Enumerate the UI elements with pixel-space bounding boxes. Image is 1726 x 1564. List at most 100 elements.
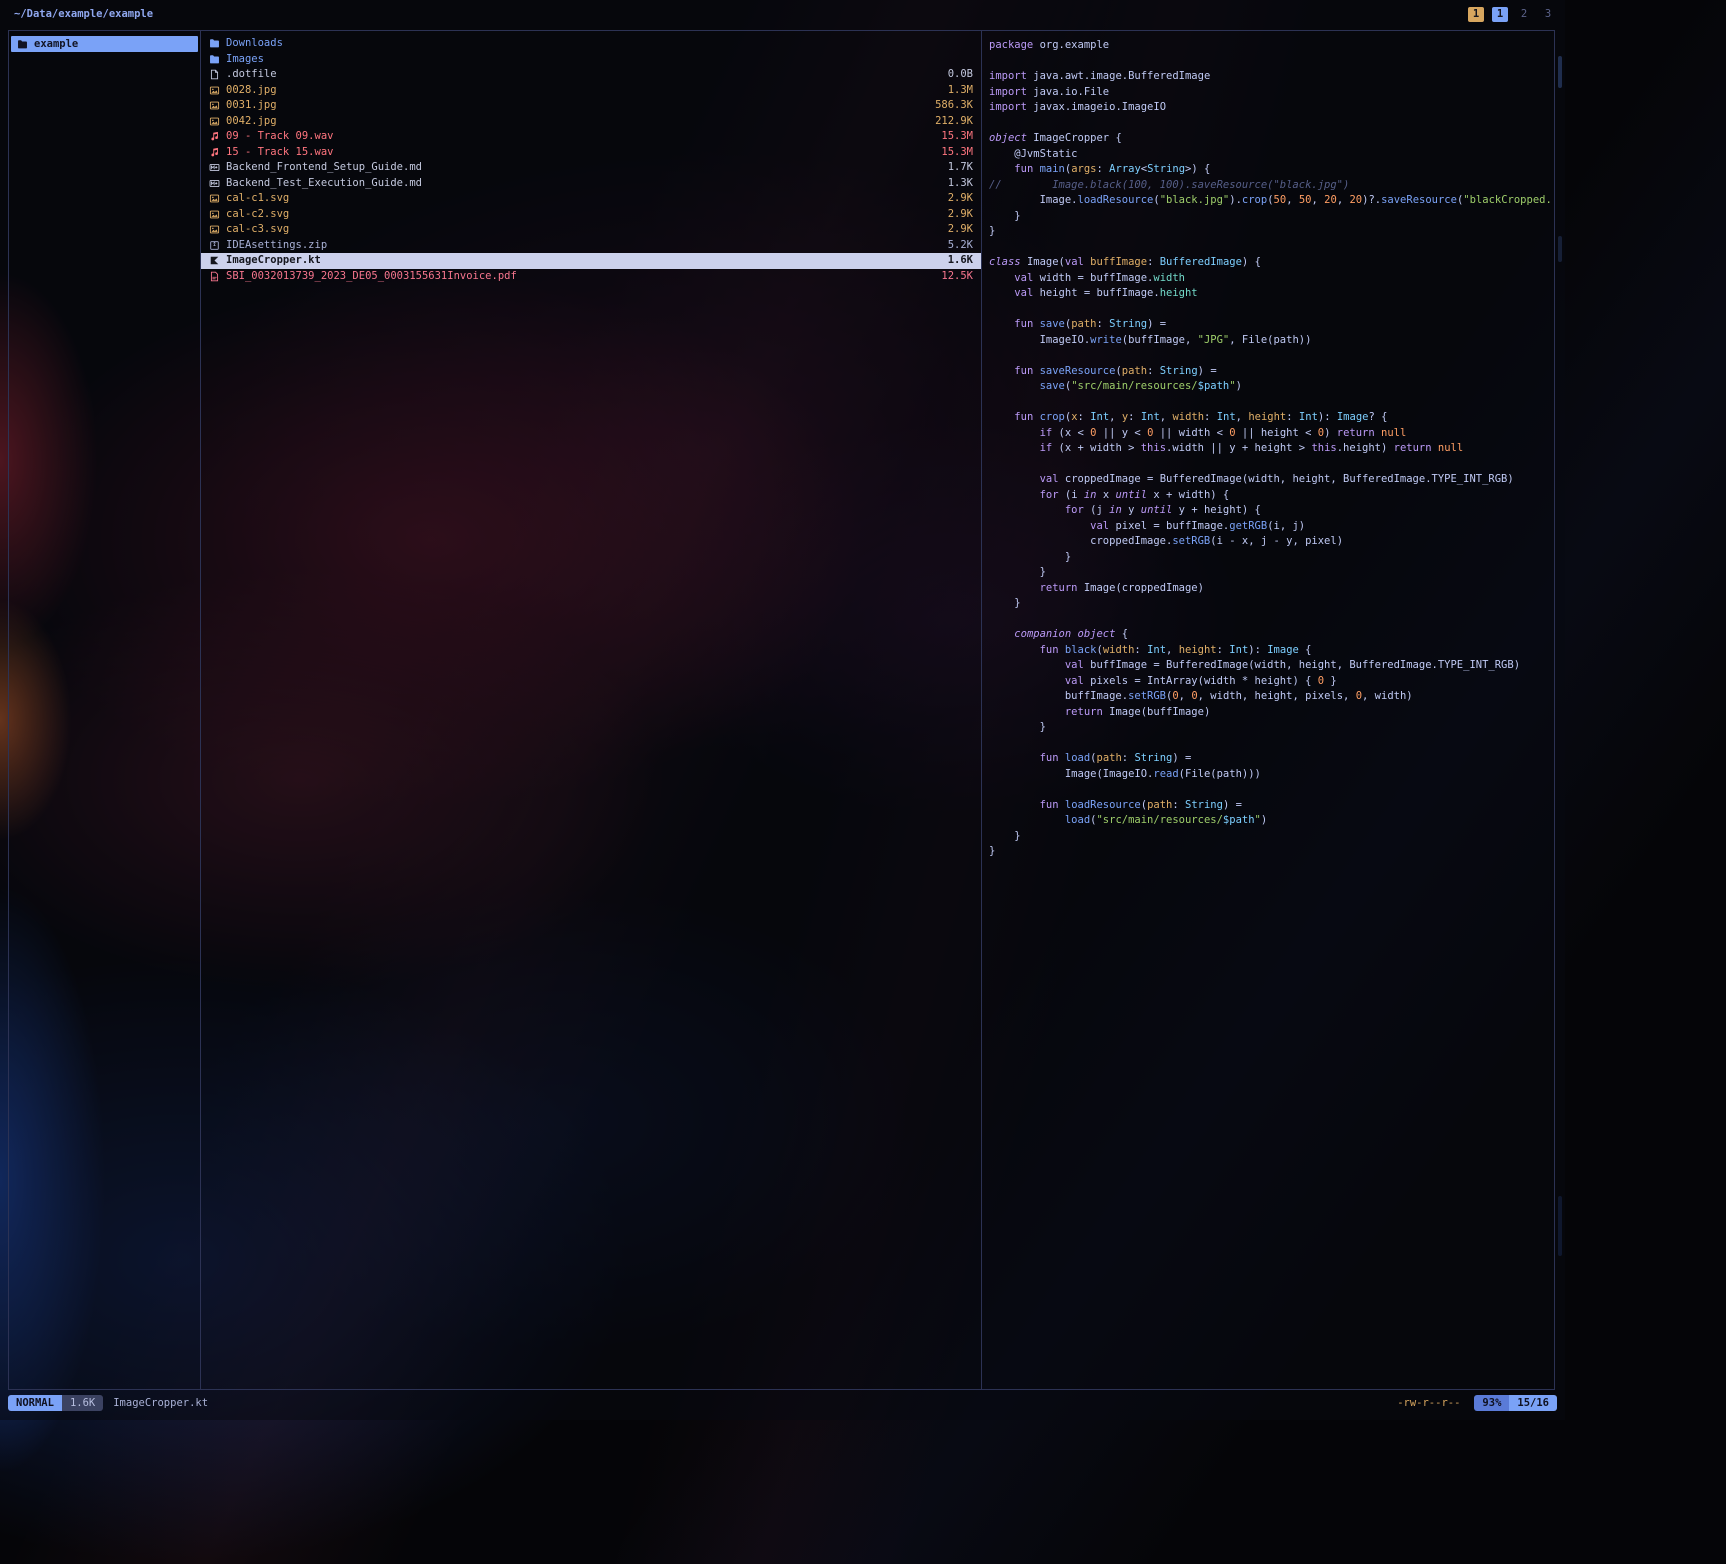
image-icon bbox=[209, 224, 221, 236]
code-line: fun loadResource(path: String) = bbox=[989, 798, 1554, 814]
file-row[interactable]: cal-c1.svg 2.9K bbox=[201, 191, 981, 207]
file-row[interactable]: 0042.jpg212.9K bbox=[201, 114, 981, 130]
code-line: fun main(args: Array<String>) { bbox=[989, 162, 1554, 178]
code-line: } bbox=[989, 550, 1554, 566]
code-line: Image(ImageIO.read(File(path))) bbox=[989, 767, 1554, 783]
breadcrumb-path: ~/Data/example/example bbox=[14, 8, 153, 20]
file-permissions: -rw-r--r-- bbox=[1397, 1397, 1460, 1409]
code-line: fun saveResource(path: String) = bbox=[989, 364, 1554, 380]
code-line: if (x < 0 || y < 0 || width < 0 || heigh… bbox=[989, 426, 1554, 442]
status-filename: ImageCropper.kt bbox=[113, 1397, 208, 1409]
scroll-percent-badge: 93% bbox=[1474, 1395, 1509, 1411]
code-line: import javax.imageio.ImageIO bbox=[989, 100, 1554, 116]
code-line: val pixel = buffImage.getRGB(i, j) bbox=[989, 519, 1554, 535]
code-preview: package org.example import java.awt.imag… bbox=[989, 38, 1554, 860]
code-line bbox=[989, 54, 1554, 70]
code-line: @JvmStatic bbox=[989, 147, 1554, 163]
file-row[interactable]: Images bbox=[201, 52, 981, 68]
file-row[interactable]: Downloads bbox=[201, 36, 981, 52]
markdown-icon bbox=[209, 162, 221, 174]
file-name: .dotfile bbox=[226, 67, 277, 83]
file-size-badge: 1.6K bbox=[62, 1395, 103, 1411]
code-line: // Image.black(100, 100).saveResource("b… bbox=[989, 178, 1554, 194]
file-row[interactable]: cal-c2.svg 2.9K bbox=[201, 207, 981, 223]
tab-3[interactable]: 3 bbox=[1540, 7, 1556, 22]
code-line: companion object { bbox=[989, 627, 1554, 643]
code-line: return Image(buffImage) bbox=[989, 705, 1554, 721]
markdown-icon bbox=[209, 177, 221, 189]
pdf-icon bbox=[209, 270, 221, 282]
code-line: } bbox=[989, 209, 1554, 225]
code-line bbox=[989, 395, 1554, 411]
code-line bbox=[989, 116, 1554, 132]
file-row[interactable]: 15 - Track 15.wav15.3M bbox=[201, 145, 981, 161]
file-row[interactable]: 0028.jpg1.3M bbox=[201, 83, 981, 99]
file-row[interactable]: 09 - Track 09.wav15.3M bbox=[201, 129, 981, 145]
file-size: 586.3K bbox=[935, 98, 973, 114]
file-size: 1.7K bbox=[948, 160, 973, 176]
code-line: } bbox=[989, 829, 1554, 845]
code-line: buffImage.setRGB(0, 0, width, height, pi… bbox=[989, 689, 1554, 705]
image-icon bbox=[209, 84, 221, 96]
code-line: } bbox=[989, 565, 1554, 581]
parent-dir-item[interactable]: example bbox=[11, 36, 198, 52]
file-row[interactable]: ImageCropper.kt1.6K bbox=[201, 253, 981, 269]
code-line bbox=[989, 736, 1554, 752]
kotlin-icon bbox=[209, 255, 221, 267]
tab-bar: 1123 bbox=[1468, 7, 1556, 22]
file-name: 0031.jpg bbox=[226, 98, 277, 114]
tab-2[interactable]: 2 bbox=[1516, 7, 1532, 22]
file-name: Backend_Frontend_Setup_Guide.md bbox=[226, 160, 422, 176]
code-line: Image.loadResource("black.jpg").crop(50,… bbox=[989, 193, 1554, 209]
file-size: 12.5K bbox=[941, 269, 973, 285]
code-line: val pixels = IntArray(width * height) { … bbox=[989, 674, 1554, 690]
file-row[interactable]: Backend_Frontend_Setup_Guide.md 1.7K bbox=[201, 160, 981, 176]
code-line bbox=[989, 348, 1554, 364]
code-line bbox=[989, 457, 1554, 473]
cursor-position-badge: 15/16 bbox=[1509, 1395, 1557, 1411]
panes: example DownloadsImages.dotfile0.0B0028.… bbox=[8, 30, 1555, 1390]
code-line: val height = buffImage.height bbox=[989, 286, 1554, 302]
file-name: Downloads bbox=[226, 36, 283, 52]
parent-dir-label: example bbox=[34, 36, 78, 52]
file-row[interactable]: .dotfile0.0B bbox=[201, 67, 981, 83]
image-icon bbox=[209, 208, 221, 220]
file-size: 2.9K bbox=[948, 207, 973, 223]
tab-1[interactable]: 1 bbox=[1468, 7, 1484, 22]
folder-icon bbox=[17, 38, 29, 50]
code-line: ImageIO.write(buffImage, "JPG", File(pat… bbox=[989, 333, 1554, 349]
file-row[interactable]: cal-c3.svg2.9K bbox=[201, 222, 981, 238]
file-name: IDEAsettings.zip bbox=[226, 238, 327, 254]
file-size: 1.6K bbox=[948, 253, 973, 269]
image-icon bbox=[209, 193, 221, 205]
file-size: 15.3M bbox=[941, 129, 973, 145]
file-name: cal-c2.svg bbox=[226, 207, 289, 223]
code-line: } bbox=[989, 720, 1554, 736]
audio-icon bbox=[209, 146, 221, 158]
terminal-window: ~/Data/example/example 1123 example Down… bbox=[0, 0, 1565, 1420]
archive-icon bbox=[209, 239, 221, 251]
code-line: } bbox=[989, 224, 1554, 240]
code-line: } bbox=[989, 844, 1554, 860]
file-size: 212.9K bbox=[935, 114, 973, 130]
file-name: cal-c1.svg bbox=[226, 191, 289, 207]
code-line: for (j in y until y + height) { bbox=[989, 503, 1554, 519]
code-line: val width = buffImage.width bbox=[989, 271, 1554, 287]
code-line: croppedImage.setRGB(i - x, j - y, pixel) bbox=[989, 534, 1554, 550]
file-row[interactable]: IDEAsettings.zip5.2K bbox=[201, 238, 981, 254]
file-size: 2.9K bbox=[948, 191, 973, 207]
file-name: Backend_Test_Execution_Guide.md bbox=[226, 176, 422, 192]
file-size: 2.9K bbox=[948, 222, 973, 238]
code-line: save("src/main/resources/$path") bbox=[989, 379, 1554, 395]
file-row[interactable]: SBI_0032013739_2023_DE05_0003155631Invoi… bbox=[201, 269, 981, 285]
tab-1[interactable]: 1 bbox=[1492, 7, 1508, 22]
code-line: fun load(path: String) = bbox=[989, 751, 1554, 767]
code-line bbox=[989, 240, 1554, 256]
file-row[interactable]: 0031.jpg 586.3K bbox=[201, 98, 981, 114]
file-name: SBI_0032013739_2023_DE05_0003155631Invoi… bbox=[226, 269, 517, 285]
code-line: if (x + width > this.width || y + height… bbox=[989, 441, 1554, 457]
file-name: Images bbox=[226, 52, 264, 68]
file-row[interactable]: Backend_Test_Execution_Guide.md1.3K bbox=[201, 176, 981, 192]
file-name: 0028.jpg bbox=[226, 83, 277, 99]
file-icon bbox=[209, 69, 221, 81]
